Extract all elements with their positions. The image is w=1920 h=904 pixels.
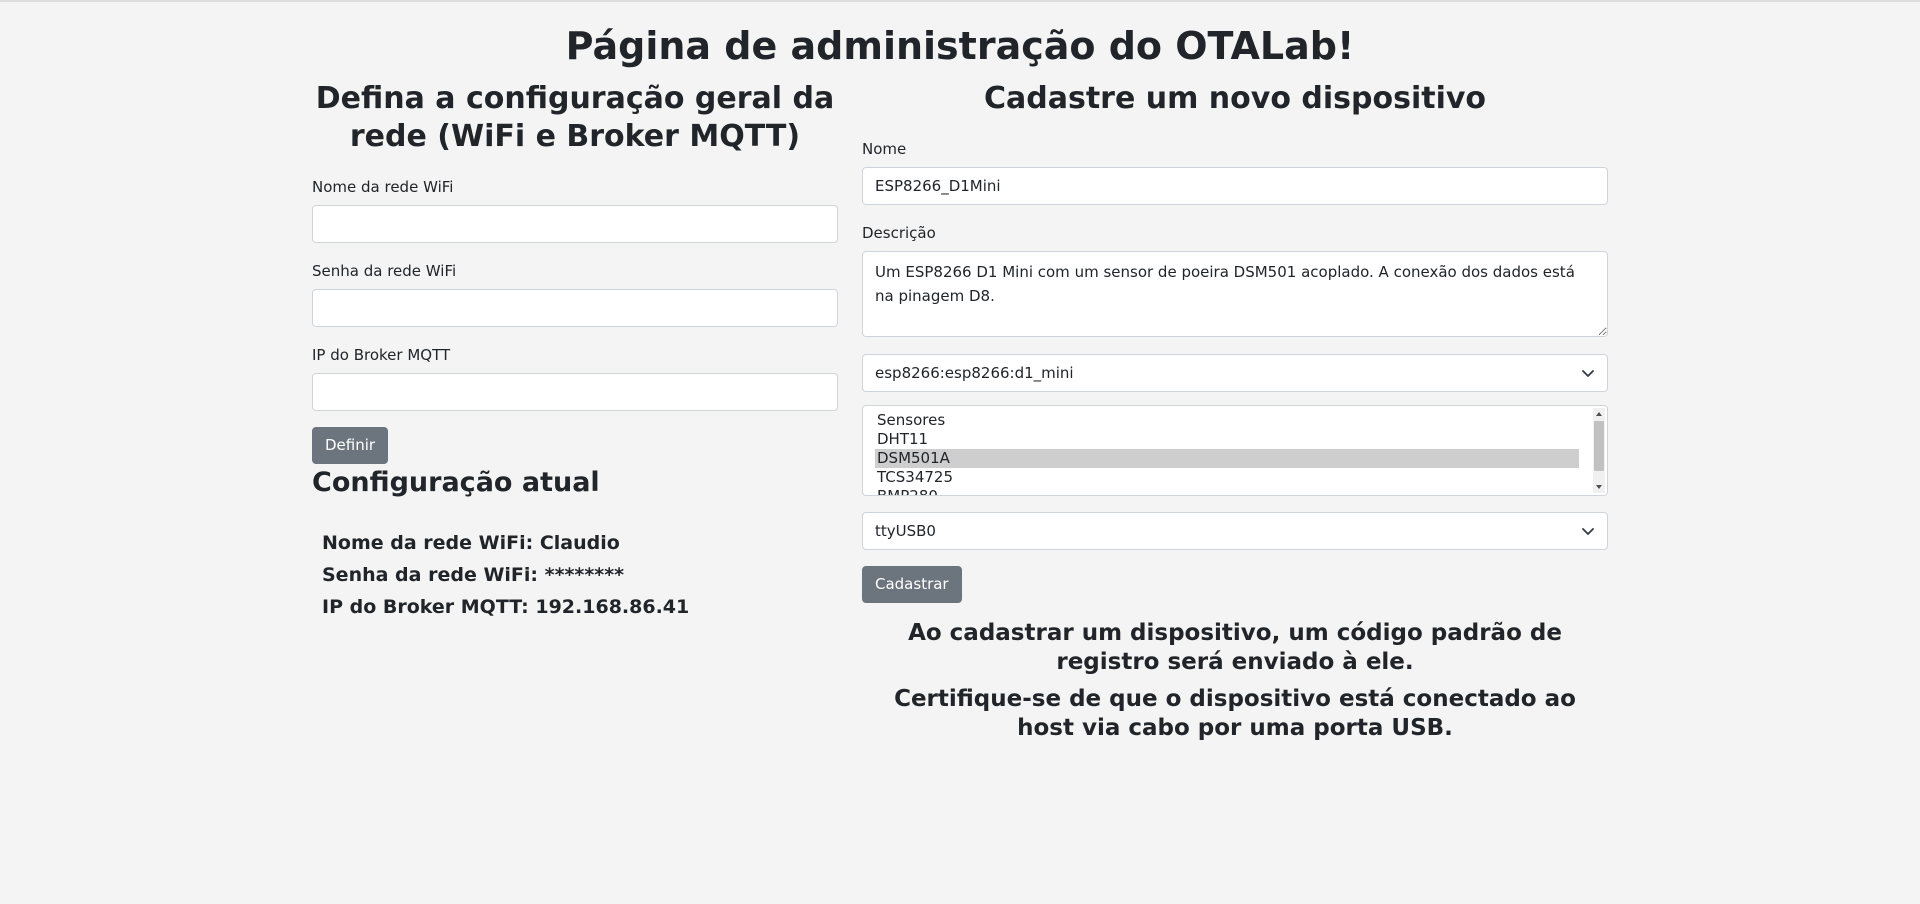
broker-ip-label: IP do Broker MQTT	[312, 346, 451, 364]
sensor-option[interactable]: TCS34725	[875, 468, 1579, 487]
sensor-option-selected[interactable]: DSM501A	[875, 449, 1579, 468]
scroll-down-arrow-icon[interactable]	[1593, 481, 1605, 493]
network-config-title: Defina a configuração geral da rede (WiF…	[315, 81, 835, 154]
new-device-form: Nome Descrição Um ESP8266 D1 Mini com um…	[862, 139, 1608, 603]
network-config-section: Defina a configuração geral da rede (WiF…	[312, 80, 838, 623]
usb-connection-info-text: Certifique-se de que o dispositivo está …	[894, 686, 1576, 741]
chevron-down-icon	[1581, 513, 1595, 549]
chevron-down-icon	[1581, 355, 1595, 391]
scroll-up-arrow-icon[interactable]	[1593, 408, 1605, 420]
device-name-input[interactable]	[862, 167, 1608, 205]
register-button[interactable]: Cadastrar	[862, 566, 962, 603]
broker-ip-input[interactable]	[312, 373, 838, 411]
device-description-textarea[interactable]: Um ESP8266 D1 Mini com um sensor de poei…	[862, 251, 1608, 337]
sensor-listbox[interactable]: Sensores DHT11 DSM501A TCS34725 BMP280	[862, 405, 1608, 496]
sensor-option[interactable]: BMP280	[875, 487, 1579, 495]
register-info-text: Ao cadastrar um dispositivo, um código p…	[908, 620, 1562, 675]
wifi-password-label: Senha da rede WiFi	[312, 262, 457, 280]
device-name-label: Nome	[862, 140, 907, 158]
wifi-password-input[interactable]	[312, 289, 838, 327]
current-config-title: Configuração atual	[312, 467, 600, 498]
top-divider	[0, 0, 1920, 2]
sensor-option[interactable]: DHT11	[875, 430, 1579, 449]
current-broker-ip: IP do Broker MQTT: 192.168.86.41	[322, 596, 690, 618]
board-select[interactable]: esp8266:esp8266:d1_mini	[862, 354, 1608, 392]
new-device-title: Cadastre um novo dispositivo	[983, 81, 1487, 116]
new-device-section: Cadastre um novo dispositivo Nome Descri…	[862, 80, 1608, 743]
network-config-form: Nome da rede WiFi Senha da rede WiFi IP …	[312, 177, 838, 464]
current-config-list: Nome da rede WiFi: Claudio Senha da rede…	[312, 527, 838, 623]
device-description-label: Descrição	[862, 224, 936, 242]
board-select-value: esp8266:esp8266:d1_mini	[875, 364, 1074, 382]
sensor-option[interactable]: Sensores	[875, 411, 1579, 430]
port-select[interactable]: ttyUSB0	[862, 512, 1608, 550]
listbox-scrollbar[interactable]	[1593, 408, 1605, 493]
define-button[interactable]: Definir	[312, 427, 389, 464]
wifi-name-input[interactable]	[312, 205, 838, 243]
page-title: Página de administração do OTALab!	[565, 24, 1355, 68]
port-select-value: ttyUSB0	[875, 522, 936, 540]
wifi-name-label: Nome da rede WiFi	[312, 178, 454, 196]
scrollbar-thumb[interactable]	[1594, 421, 1604, 471]
current-wifi-name: Nome da rede WiFi: Claudio	[322, 532, 620, 554]
admin-page: Página de administração do OTALab! Defin…	[0, 0, 1920, 904]
current-wifi-password: Senha da rede WiFi: ********	[322, 564, 625, 586]
